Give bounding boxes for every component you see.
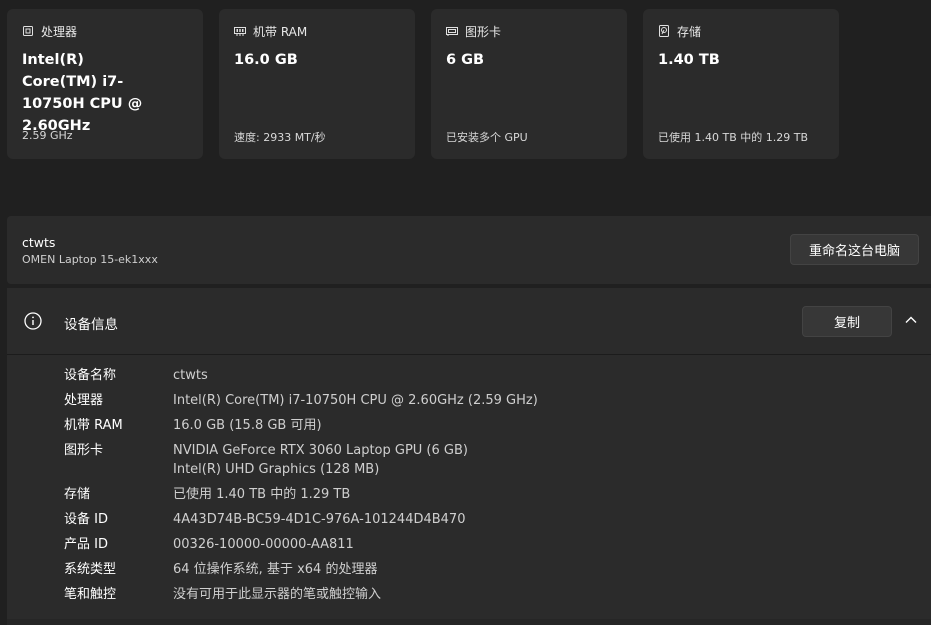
device-info-header[interactable]: 设备信息 复制 — [7, 288, 931, 355]
spec-row: 设备 ID 4A43D74B-BC59-4D1C-976A-101244D4B4… — [64, 510, 465, 529]
card-storage: 存储 1.40 TB 已使用 1.40 TB 中的 1.29 TB — [643, 9, 839, 159]
card-graphics: 图形卡 6 GB 已安装多个 GPU — [431, 9, 627, 159]
spec-label: 处理器 — [64, 393, 104, 408]
spec-value: Intel(R) Core(TM) i7-10750H CPU @ 2.60GH… — [173, 393, 538, 408]
spec-value: 64 位操作系统, 基于 x64 的处理器 — [173, 562, 378, 577]
rename-pc-button[interactable]: 重命名这台电脑 — [790, 234, 919, 265]
spec-label: 设备 ID — [64, 512, 108, 527]
spec-row: 图形卡 NVIDIA GeForce RTX 3060 Laptop GPU (… — [64, 441, 468, 479]
card-header: 存储 — [658, 23, 824, 39]
processor-chip-icon — [22, 25, 34, 37]
spec-label: 存储 — [64, 487, 91, 502]
hardware-cards: 处理器 Intel(R) Core(TM) i7-10750H CPU @ 2.… — [7, 9, 839, 159]
card-subtext: 2.59 GHz — [22, 129, 73, 142]
spec-value: NVIDIA GeForce RTX 3060 Laptop GPU (6 GB… — [173, 443, 468, 458]
spec-value: Intel(R) UHD Graphics (128 MB) — [173, 462, 380, 477]
spec-label: 机带 RAM — [64, 418, 123, 433]
spec-value: 16.0 GB (15.8 GB 可用) — [173, 418, 322, 433]
card-title: 存储 — [677, 24, 702, 39]
spec-row: 存储 已使用 1.40 TB 中的 1.29 TB — [64, 485, 350, 504]
spec-label: 笔和触控 — [64, 587, 117, 602]
spec-value-group: NVIDIA GeForce RTX 3060 Laptop GPU (6 GB… — [173, 441, 468, 479]
ram-stick-icon — [234, 25, 246, 37]
chevron-up-icon[interactable] — [903, 312, 919, 328]
card-header: 处理器 — [22, 23, 188, 39]
spec-label: 设备名称 — [64, 368, 117, 383]
card-title: 处理器 — [41, 24, 78, 39]
device-model: OMEN Laptop 15-ek1xxx — [22, 253, 158, 266]
device-name: ctwts — [22, 235, 56, 250]
spec-row: 机带 RAM 16.0 GB (15.8 GB 可用) — [64, 416, 322, 435]
spec-row: 笔和触控 没有可用于此显示器的笔或触控输入 — [64, 585, 381, 604]
spec-value: 4A43D74B-BC59-4D1C-976A-101244D4B470 — [173, 512, 466, 527]
card-processor: 处理器 Intel(R) Core(TM) i7-10750H CPU @ 2.… — [7, 9, 203, 159]
card-title: 机带 RAM — [253, 24, 308, 39]
spec-row: 产品 ID 00326-10000-00000-AA811 — [64, 535, 354, 554]
card-subtext: 已使用 1.40 TB 中的 1.29 TB — [658, 131, 808, 144]
spec-row: 处理器 Intel(R) Core(TM) i7-10750H CPU @ 2.… — [64, 391, 538, 410]
spec-value: 没有可用于此显示器的笔或触控输入 — [173, 587, 382, 602]
card-ram: 机带 RAM 16.0 GB 速度: 2933 MT/秒 — [219, 9, 415, 159]
graphics-card-icon — [446, 25, 458, 37]
card-header: 机带 RAM — [234, 23, 400, 39]
storage-drive-icon — [658, 25, 670, 37]
card-subtext: 速度: 2933 MT/秒 — [234, 131, 326, 144]
spec-label: 产品 ID — [64, 537, 108, 552]
spec-value: 00326-10000-00000-AA811 — [173, 537, 354, 552]
card-subtext: 已安装多个 GPU — [446, 131, 528, 144]
device-info-title: 设备信息 — [64, 317, 118, 333]
device-name-section: ctwts OMEN Laptop 15-ek1xxx 重命名这台电脑 — [7, 216, 931, 284]
card-header: 图形卡 — [446, 23, 612, 39]
copy-button[interactable]: 复制 — [802, 306, 892, 337]
next-section-edge — [7, 619, 931, 625]
card-value: 6 GB — [446, 52, 485, 68]
spec-row: 设备名称 ctwts — [64, 366, 208, 385]
spec-row: 系统类型 64 位操作系统, 基于 x64 的处理器 — [64, 560, 377, 579]
card-value: 1.40 TB — [658, 52, 720, 68]
card-value: 16.0 GB — [234, 52, 298, 68]
spec-value: 已使用 1.40 TB 中的 1.29 TB — [173, 487, 351, 502]
spec-value: ctwts — [173, 368, 208, 383]
system-about-page: 处理器 Intel(R) Core(TM) i7-10750H CPU @ 2.… — [0, 0, 931, 625]
card-title: 图形卡 — [465, 24, 502, 39]
spec-label: 系统类型 — [64, 562, 117, 577]
spec-label: 图形卡 — [64, 443, 104, 458]
info-icon — [24, 312, 42, 330]
card-value: Intel(R) Core(TM) i7-10750H CPU @ 2.60GH… — [22, 52, 143, 134]
device-info-body: 设备名称 ctwts 处理器 Intel(R) Core(TM) i7-1075… — [7, 355, 931, 619]
